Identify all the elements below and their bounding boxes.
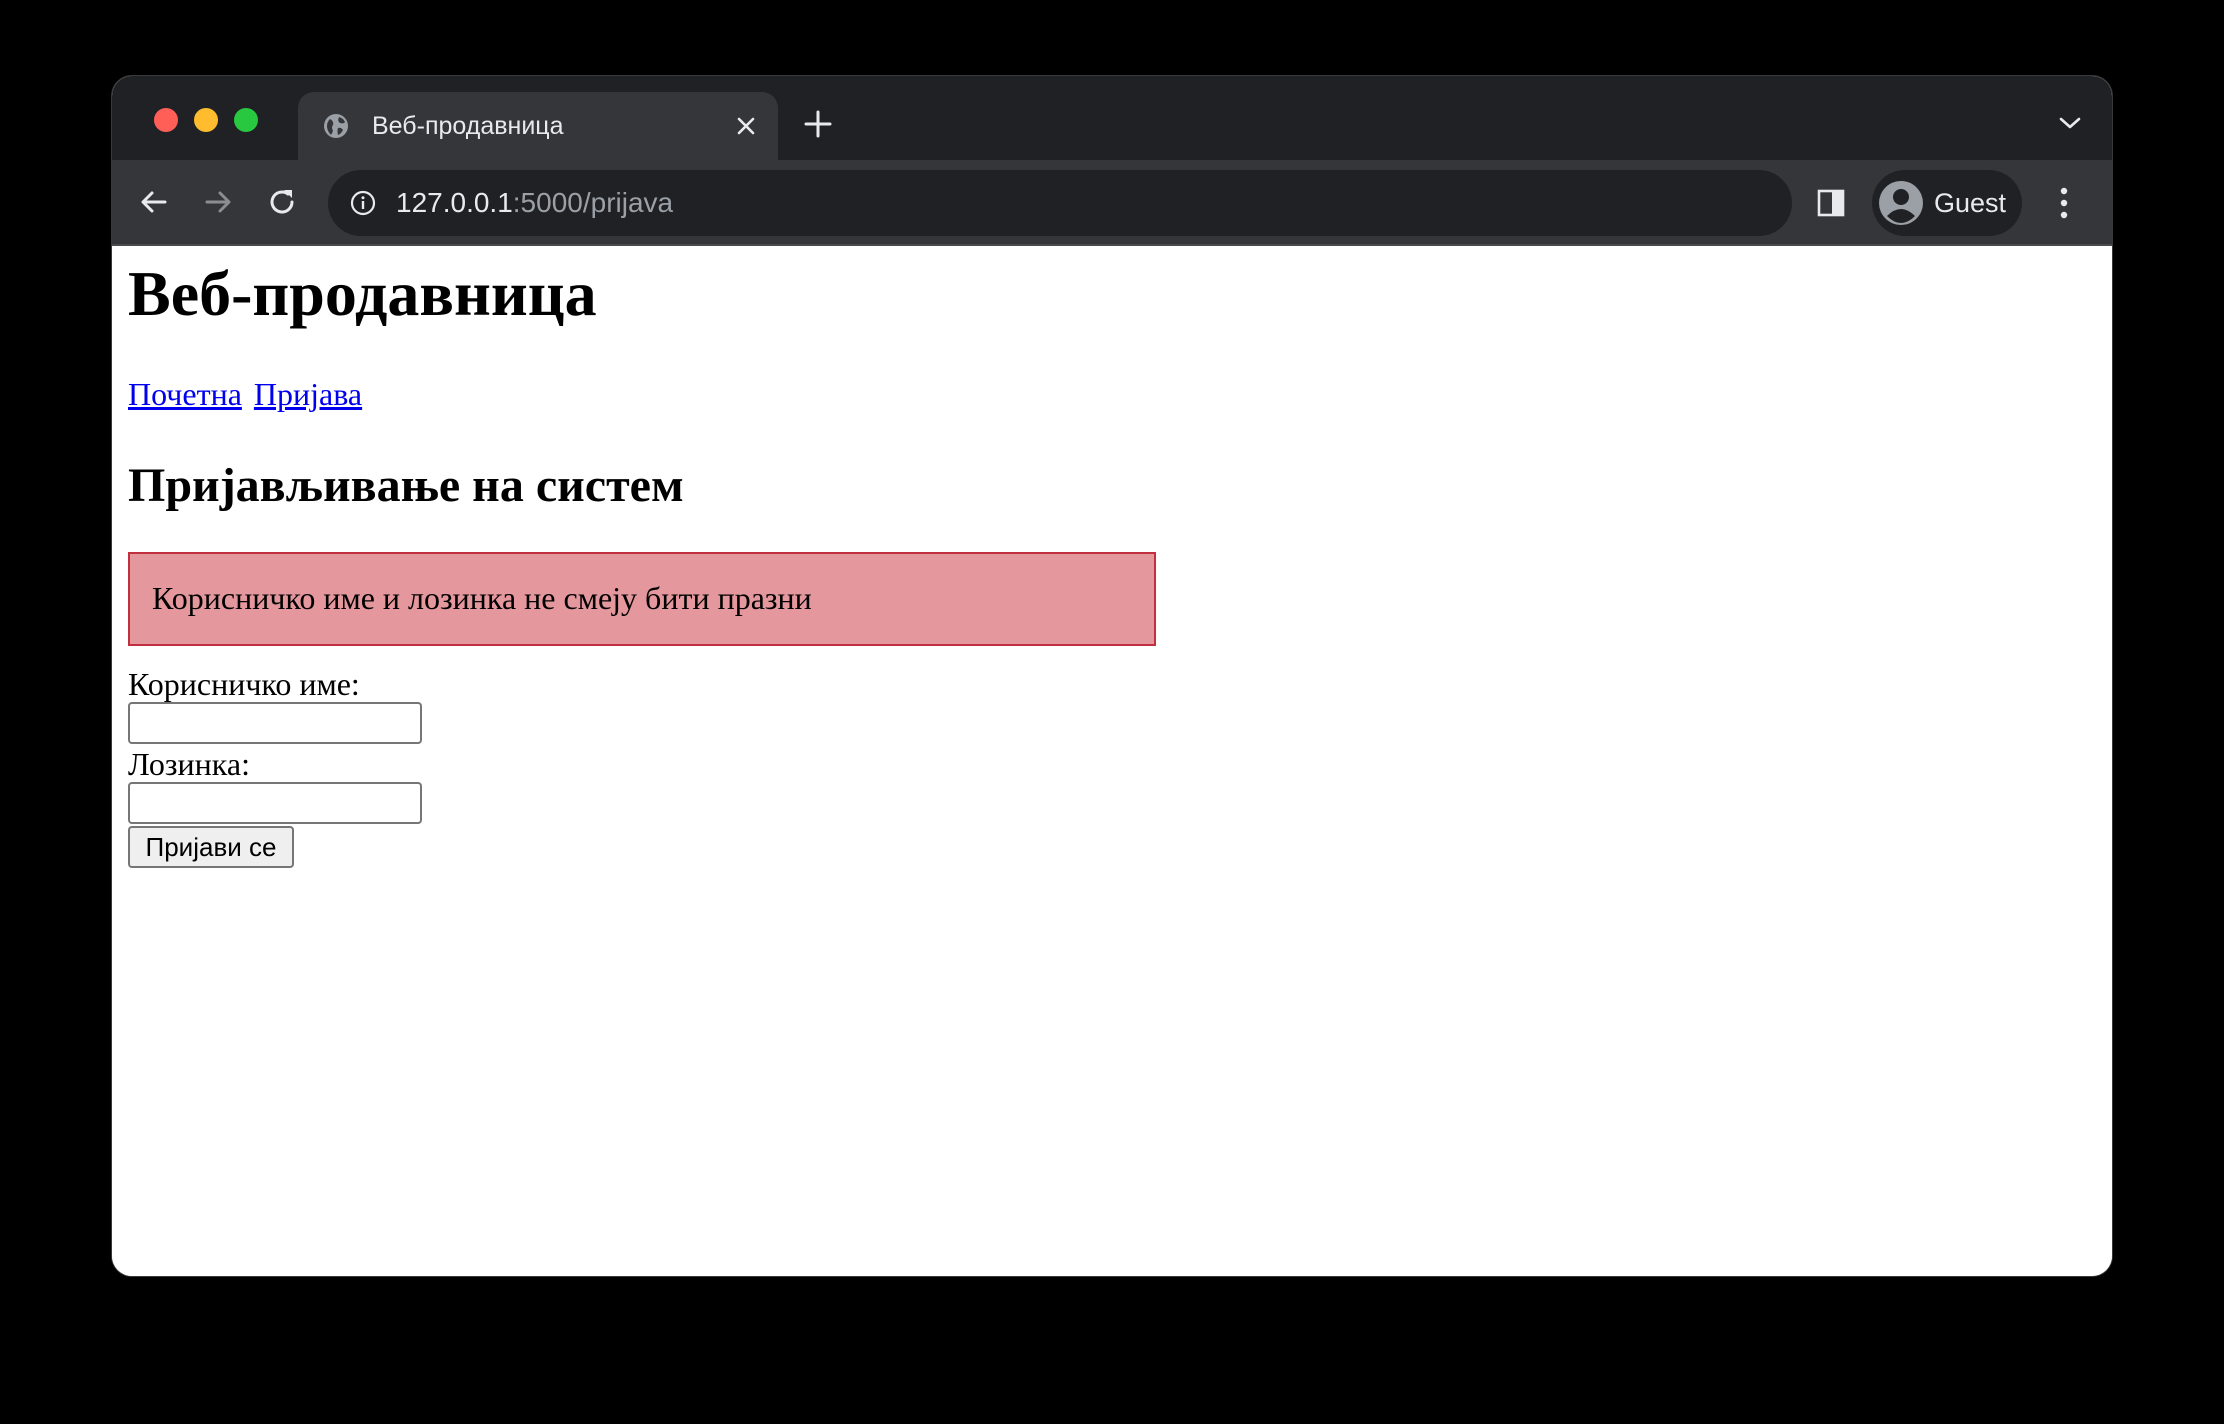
main-nav: Почетна Пријава xyxy=(128,374,366,414)
close-icon[interactable] xyxy=(732,112,760,140)
url-path: :5000/prijava xyxy=(512,187,674,218)
tab-title: Веб-продавница xyxy=(372,112,564,140)
avatar-icon xyxy=(1879,181,1923,225)
window-minimize-button[interactable] xyxy=(194,108,218,132)
url-host: 127.0.0.1 xyxy=(396,187,513,218)
username-input[interactable] xyxy=(128,702,422,744)
browser-window: Веб-продавница 127.0.0.1:5000/prijava Gu… xyxy=(112,76,2112,1276)
login-button[interactable]: Пријави се xyxy=(128,826,294,868)
nav-link-home[interactable]: Почетна xyxy=(128,376,242,412)
forward-arrow-icon[interactable] xyxy=(198,182,238,222)
reload-icon[interactable] xyxy=(262,182,302,222)
address-bar[interactable]: 127.0.0.1:5000/prijava xyxy=(328,170,1792,236)
browser-toolbar: 127.0.0.1:5000/prijava Guest xyxy=(112,160,2112,246)
window-maximize-button[interactable] xyxy=(234,108,258,132)
error-message: Корисничко име и лозинка не смеју бити п… xyxy=(152,580,812,616)
page-content: Веб-продавница Почетна Пријава Пријављив… xyxy=(112,246,2112,1276)
more-menu-icon[interactable] xyxy=(2056,184,2072,222)
window-close-button[interactable] xyxy=(154,108,178,132)
error-alert: Корисничко име и лозинка не смеју бити п… xyxy=(128,552,1156,646)
new-tab-icon[interactable] xyxy=(802,108,834,140)
nav-link-login[interactable]: Пријава xyxy=(254,376,362,412)
site-title: Веб-продавница xyxy=(128,258,597,329)
profile-button[interactable]: Guest xyxy=(1872,170,2022,236)
side-panel-icon[interactable] xyxy=(1816,188,1846,218)
info-icon[interactable] xyxy=(350,190,376,216)
password-label: Лозинка: xyxy=(128,746,250,782)
globe-icon xyxy=(324,114,348,138)
page-title: Пријављивање на систем xyxy=(128,459,684,512)
browser-tab[interactable]: Веб-продавница xyxy=(298,92,778,160)
tab-bar: Веб-продавница xyxy=(112,76,2112,160)
url-text: 127.0.0.1:5000/prijava xyxy=(396,170,673,236)
chevron-down-icon[interactable] xyxy=(2058,114,2082,132)
username-label: Корисничко име: xyxy=(128,666,360,702)
profile-name: Guest xyxy=(1934,188,2007,218)
password-input[interactable] xyxy=(128,782,422,824)
back-arrow-icon[interactable] xyxy=(134,182,174,222)
